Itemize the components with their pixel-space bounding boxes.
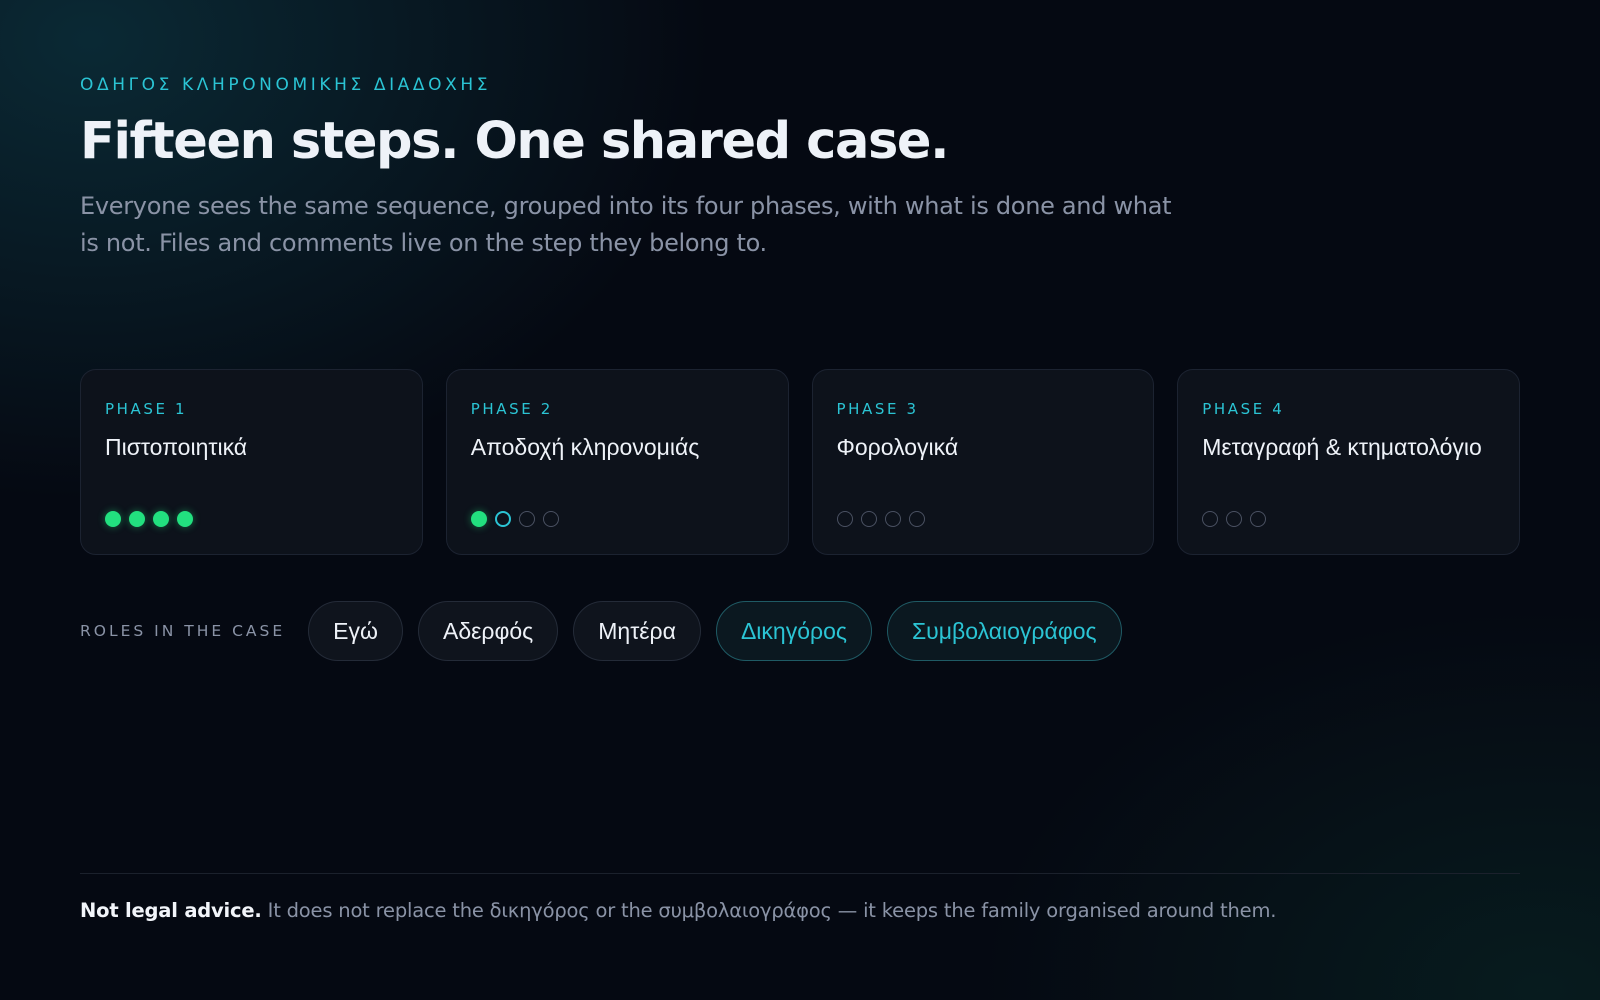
step-dot-todo <box>542 511 559 527</box>
phase-label: PHASE 3 <box>836 400 919 418</box>
phase-progress-dots <box>1202 511 1267 527</box>
step-dot-done <box>153 511 169 527</box>
step-dot-done <box>470 511 487 527</box>
role-chip-lawyer[interactable]: Δικηγόρος <box>715 601 872 661</box>
disclaimer-bold: Not legal advice. <box>80 899 262 922</box>
page-title: Fifteen steps. One shared case. <box>80 112 950 171</box>
phase-card-4[interactable]: PHASE 4 Μεταγραφή & κτηματολόγιο <box>1177 369 1520 555</box>
phase-label: PHASE 4 <box>1202 400 1285 418</box>
phase-card-3[interactable]: PHASE 3 Φορολογικά <box>811 369 1155 555</box>
phase-list: PHASE 1 Πιστοποιητικά PHASE 2 Αποδοχή κλ… <box>80 369 1520 555</box>
phase-name: Μεταγραφή & κτηματολόγιο <box>1202 434 1482 460</box>
role-chip-notary[interactable]: Συμβολαιογράφος <box>886 601 1122 661</box>
page: ΟΔΗΓΟΣ ΚΛΗΡΟΝΟΜΙΚΗΣ ΔΙΑΔΟΧΗΣ Fifteen ste… <box>80 0 1520 1000</box>
role-chip-mother[interactable]: Μητέρα <box>573 601 701 661</box>
step-dot-todo <box>518 511 535 527</box>
disclaimer-text: It does not replace the δικηγόρος or the… <box>261 899 1277 922</box>
phase-progress-dots <box>836 511 925 527</box>
roles-label: ROLES IN THE CASE <box>80 622 286 640</box>
page-subtitle: Everyone sees the same sequence, grouped… <box>80 192 1172 257</box>
role-chip-brother[interactable]: Αδερφός <box>417 601 559 661</box>
phase-name: Αποδοχή κληρονομιάς <box>470 434 700 460</box>
phase-progress-dots <box>105 511 193 527</box>
disclaimer: Not legal advice. It does not replace th… <box>80 899 1276 922</box>
footer-divider <box>80 873 1520 874</box>
step-dot-done <box>177 511 193 527</box>
phase-card-2[interactable]: PHASE 2 Αποδοχή κληρονομιάς <box>445 369 789 555</box>
phase-label: PHASE 2 <box>470 400 553 418</box>
step-dot-done <box>129 511 145 527</box>
roles-row: ROLES IN THE CASE Εγώ Αδερφός Μητέρα Δικ… <box>80 601 1137 661</box>
phase-label: PHASE 1 <box>105 400 188 418</box>
step-dot-todo <box>1202 511 1219 527</box>
step-dot-todo <box>1226 511 1243 527</box>
page-eyebrow: ΟΔΗΓΟΣ ΚΛΗΡΟΝΟΜΙΚΗΣ ΔΙΑΔΟΧΗΣ <box>80 75 492 95</box>
step-dot-todo <box>884 511 901 527</box>
phase-progress-dots <box>470 511 559 527</box>
phase-card-1[interactable]: PHASE 1 Πιστοποιητικά <box>80 369 423 555</box>
phase-name: Φορολογικά <box>836 434 959 460</box>
step-dot-current <box>494 511 511 527</box>
step-dot-todo <box>836 511 853 527</box>
step-dot-todo <box>908 511 925 527</box>
role-chip-ego[interactable]: Εγώ <box>308 601 403 661</box>
step-dot-todo <box>860 511 877 527</box>
step-dot-todo <box>1250 511 1267 527</box>
phase-name: Πιστοποιητικά <box>105 434 248 460</box>
step-dot-done <box>105 511 121 527</box>
